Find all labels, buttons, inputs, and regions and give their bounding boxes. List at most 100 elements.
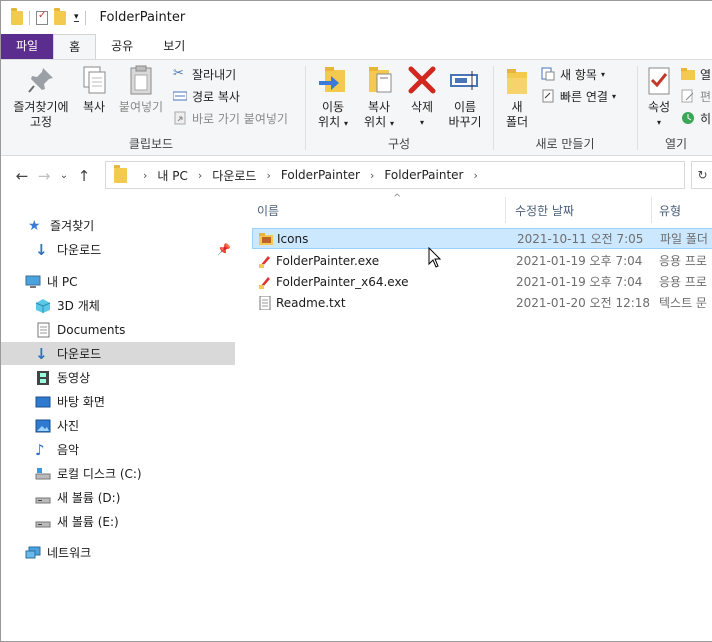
- nav-item-volume-d[interactable]: 새 볼륨 (D:): [1, 486, 235, 509]
- nav-item-label: 다운로드: [57, 243, 102, 257]
- tab-share[interactable]: 공유: [96, 34, 148, 59]
- chevron-right-icon[interactable]: ›: [370, 169, 374, 182]
- properties-icon[interactable]: [36, 10, 48, 25]
- nav-item-volume-e[interactable]: 새 볼륨 (E:): [1, 510, 235, 533]
- nav-item-label: 다운로드: [57, 347, 102, 361]
- nav-item-documents[interactable]: Documents: [1, 318, 235, 341]
- open-group-label: 열기: [664, 137, 688, 151]
- pin-icon[interactable]: 📌: [217, 243, 231, 256]
- chevron-right-icon[interactable]: ›: [474, 169, 478, 182]
- column-divider[interactable]: [651, 197, 652, 223]
- document-icon: [35, 322, 51, 338]
- paste-shortcut-icon: [173, 111, 187, 125]
- sort-ascending-icon: ^: [393, 193, 402, 204]
- chevron-down-icon: ▾: [343, 119, 348, 128]
- tab-file[interactable]: 파일: [1, 34, 54, 59]
- history-label: 히: [700, 111, 712, 126]
- delete-button[interactable]: 삭제 ▾: [405, 64, 439, 130]
- nav-item-label: 동영상: [57, 371, 91, 385]
- copy-button[interactable]: 복사: [75, 64, 113, 115]
- rename-label-line1: 이름: [453, 100, 477, 114]
- nav-item-music[interactable]: ♪ 음악: [1, 438, 235, 461]
- navigation-bar: ← → ⌄ ↑ › 내 PC › 다운로드 › FolderPainter › …: [1, 157, 712, 194]
- app-icon: [258, 254, 272, 268]
- file-type: 텍스트 문: [659, 296, 707, 310]
- chevron-right-icon[interactable]: ›: [143, 169, 147, 182]
- easy-access-button[interactable]: 빠른 연결 ▾: [541, 86, 616, 106]
- nav-item-desktop[interactable]: 바탕 화면: [1, 390, 235, 413]
- easy-access-icon: [541, 89, 555, 103]
- chevron-right-icon[interactable]: ›: [266, 169, 270, 182]
- cut-label: 잘라내기: [192, 67, 237, 82]
- paste-shortcut-button[interactable]: 바로 가기 붙여넣기: [173, 108, 288, 128]
- nav-item-this-pc[interactable]: 내 PC: [1, 270, 235, 293]
- tab-home[interactable]: 홈: [53, 34, 97, 59]
- explorer-window: ▾ FolderPainter 파일 홈 공유 보기 즐겨찾기에 고정: [0, 0, 712, 642]
- rename-button[interactable]: 이름 바꾸기: [443, 64, 487, 130]
- address-bar[interactable]: › 내 PC › 다운로드 › FolderPainter › FolderPa…: [105, 161, 685, 189]
- copy-to-icon: [363, 64, 395, 96]
- pin-label-line2: 고정: [29, 115, 53, 129]
- file-type: 응용 프로: [659, 254, 707, 268]
- edit-button[interactable]: 편: [681, 86, 711, 106]
- breadcrumb-pc[interactable]: 내 PC: [157, 167, 187, 184]
- copy-to-button[interactable]: 복사 위치 ▾: [357, 64, 401, 131]
- ribbon: 즐겨찾기에 고정 복사 붙여넣기 ✂ 잘라내기 경로 복사 바로 가기 붙여넣기…: [1, 59, 712, 156]
- nav-item-downloads[interactable]: ↓ 다운로드: [1, 342, 235, 365]
- up-arrow-icon[interactable]: ↑: [73, 167, 95, 185]
- nav-item-pictures[interactable]: 사진: [1, 414, 235, 437]
- paste-button[interactable]: 붙여넣기: [115, 64, 167, 115]
- nav-item-3d-objects[interactable]: 3D 개체: [1, 294, 235, 317]
- properties-label: 속성: [647, 100, 671, 114]
- desktop-icon: [35, 394, 51, 410]
- new-folder-icon[interactable]: [54, 7, 66, 25]
- chevron-right-icon[interactable]: ›: [198, 169, 202, 182]
- column-header-name[interactable]: 이름 ^: [257, 193, 505, 223]
- nav-item-network[interactable]: 네트워크: [1, 541, 235, 564]
- history-button[interactable]: 히: [681, 108, 711, 128]
- file-row-readme-txt[interactable]: Readme.txt 2021-01-20 오전 12:18 텍스트 문: [252, 292, 712, 313]
- tab-view[interactable]: 보기: [148, 34, 200, 59]
- mouse-cursor-icon: [428, 246, 442, 269]
- file-modified: 2021-01-19 오후 7:04: [516, 254, 643, 268]
- nav-item-label: 네트워크: [47, 546, 92, 560]
- nav-item-videos[interactable]: 동영상: [1, 366, 235, 389]
- text-file-icon: [258, 295, 272, 310]
- pin-icon: [25, 64, 57, 96]
- column-header-type[interactable]: 유형: [659, 197, 712, 223]
- column-divider[interactable]: [505, 197, 506, 223]
- edit-label: 편: [700, 89, 712, 104]
- nav-item-label: 내 PC: [47, 275, 78, 289]
- breadcrumb-folderpainter[interactable]: FolderPainter: [281, 168, 360, 182]
- recent-locations-icon[interactable]: ⌄: [55, 170, 73, 181]
- refresh-icon[interactable]: ↻: [691, 161, 712, 189]
- copy-path-button[interactable]: 경로 복사: [172, 86, 240, 106]
- new-item-button[interactable]: 새 항목 ▾: [541, 64, 605, 84]
- chevron-down-icon: ▾: [656, 118, 661, 127]
- nav-item-quick-access[interactable]: ★ 즐겨찾기: [1, 214, 235, 237]
- breadcrumb-downloads[interactable]: 다운로드: [212, 167, 256, 184]
- cut-button[interactable]: ✂ 잘라내기: [173, 64, 236, 84]
- open-button[interactable]: 열: [681, 64, 711, 84]
- move-to-button[interactable]: 이동 위치 ▾: [311, 64, 355, 131]
- ribbon-tabs: 파일 홈 공유 보기: [1, 34, 712, 59]
- nav-item-local-disk-c[interactable]: 로컬 디스크 (C:): [1, 462, 235, 485]
- file-row-folderpainter-x64-exe[interactable]: FolderPainter_x64.exe 2021-01-19 오후 7:04…: [252, 271, 712, 292]
- new-folder-button[interactable]: 새 폴더: [499, 64, 535, 130]
- file-name: FolderPainter_x64.exe: [276, 274, 409, 289]
- nav-item-downloads-pinned[interactable]: ↓ 다운로드 📌: [1, 238, 235, 261]
- column-header-modified[interactable]: 수정한 날짜: [515, 197, 650, 223]
- file-row-folderpainter-exe[interactable]: FolderPainter.exe 2021-01-19 오후 7:04 응용 …: [252, 250, 712, 271]
- file-row-icons[interactable]: Icons 2021-10-11 오전 7:05 파일 폴더: [252, 228, 712, 249]
- back-arrow-icon[interactable]: ←: [11, 167, 33, 185]
- ribbon-divider: [305, 66, 306, 150]
- breadcrumb-folderpainter-inner[interactable]: FolderPainter: [384, 168, 463, 182]
- computer-icon: [25, 274, 41, 290]
- pin-to-quick-access-button[interactable]: 즐겨찾기에 고정: [7, 64, 75, 130]
- file-name: FolderPainter.exe: [276, 253, 380, 268]
- forward-arrow-icon[interactable]: →: [33, 167, 55, 185]
- properties-button[interactable]: 속성 ▾: [641, 64, 677, 130]
- paste-icon: [125, 64, 157, 96]
- new-item-label: 새 항목: [560, 67, 597, 82]
- customize-dropdown-icon[interactable]: ▾: [74, 13, 79, 22]
